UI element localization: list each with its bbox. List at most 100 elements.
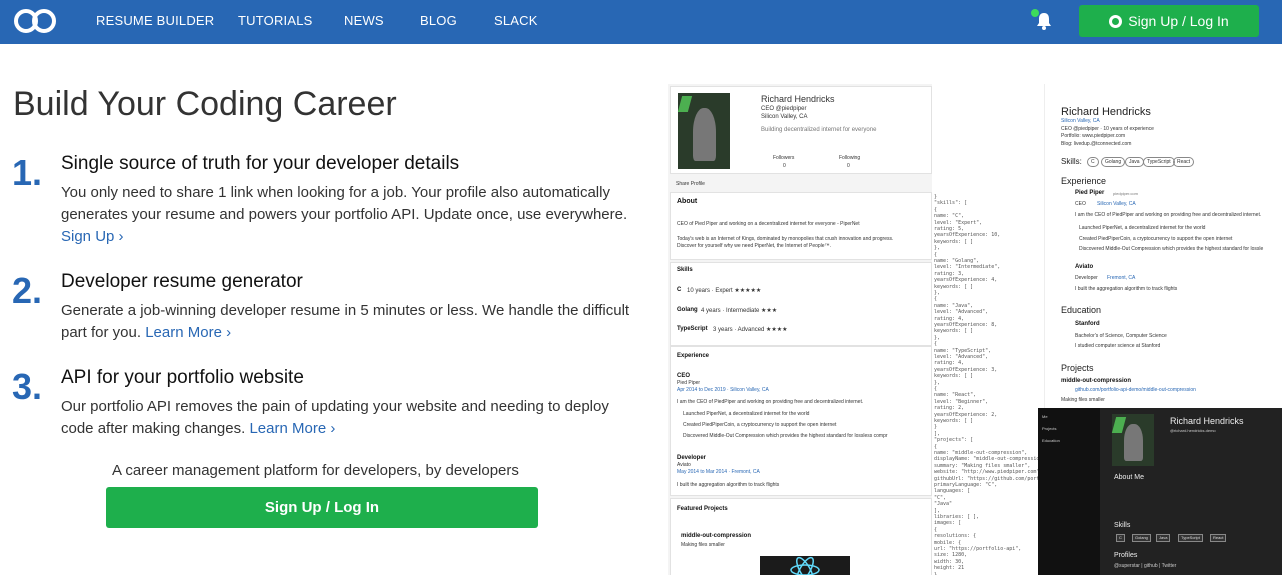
nav-slack[interactable]: SLACK bbox=[494, 13, 538, 28]
code-line: level: "Advanced", bbox=[934, 309, 989, 316]
code-line: rating: 4, bbox=[934, 360, 965, 367]
code-line: primaryLanguage: "C", bbox=[934, 482, 998, 488]
resume-project-desc: Making files smaller bbox=[1061, 397, 1105, 403]
resume-headline: CEO @piedpiper · 10 years of experience bbox=[1061, 126, 1154, 132]
resume-skill-chip: TypeScript bbox=[1143, 157, 1175, 167]
code-line: rating: 3, bbox=[934, 270, 965, 277]
gitconnected-logo-icon[interactable] bbox=[12, 7, 58, 35]
resume-dates-2: Fremont, CA bbox=[1107, 275, 1136, 281]
resume-exp-title: Experience bbox=[1061, 176, 1107, 186]
feature-3-title: API for your portfolio website bbox=[61, 367, 304, 388]
resume-role-2: Developer bbox=[1075, 275, 1098, 281]
feature-1-text: You only need to share 1 link when looki… bbox=[61, 184, 628, 223]
about-text-2: Today's web is an Internet of Kings, dom… bbox=[677, 236, 894, 242]
code-line: website: "http://www.piedpiper.com", bbox=[934, 469, 1043, 476]
code-line: ], bbox=[934, 430, 941, 437]
code-line: width: 30, bbox=[934, 558, 965, 565]
feature-1-link-label: Sign Up bbox=[61, 228, 115, 245]
code-line: yearsOfExperience: 3, bbox=[934, 366, 998, 373]
code-line: name: "React", bbox=[934, 392, 977, 399]
code-line: name: "Golang", bbox=[934, 258, 980, 264]
nav-news[interactable]: NEWS bbox=[344, 13, 384, 28]
code-line: "skills": [ bbox=[934, 200, 968, 207]
resume-skill-chip: Golang bbox=[1101, 157, 1126, 167]
code-line: name: "C", bbox=[934, 213, 965, 220]
tagline: A career management platform for develop… bbox=[112, 462, 519, 479]
code-line: { bbox=[934, 206, 938, 213]
experience-card: Experience CEO Pied Piper Apr 2014 to De… bbox=[670, 346, 932, 496]
project-name: middle-out-compression bbox=[681, 533, 752, 539]
code-line: { bbox=[934, 526, 938, 533]
about-text-1: CEO of Pied Piper and working on a decen… bbox=[677, 221, 860, 227]
code-line: "projects": [ bbox=[934, 437, 974, 444]
resume-bullet-2: Created PiedPiperCoin, a cryptocurrency … bbox=[1079, 236, 1233, 242]
code-line: { bbox=[934, 251, 938, 258]
exp-1-dates: Apr 2014 to Dec 2019 · Silicon Valley, C… bbox=[677, 387, 769, 393]
resume-skills-label: Skills: bbox=[1061, 157, 1082, 166]
nav-signup-button[interactable]: Sign Up / Log In bbox=[1079, 5, 1259, 37]
about-card: About CEO of Pied Piper and working on a… bbox=[670, 192, 932, 260]
feature-2-learn-more-link[interactable]: Learn More › bbox=[145, 324, 231, 341]
share-profile-button[interactable]: Share Profile bbox=[676, 181, 705, 187]
code-line: resolutions: { bbox=[934, 533, 977, 540]
dark-profiles: Profiles bbox=[1114, 552, 1138, 559]
exp-1-desc: I am the CEO of PiedPiper and working on… bbox=[677, 399, 864, 405]
exp-2-role: Developer bbox=[677, 455, 707, 461]
resume-edu-desc: I studied computer science at Stanford bbox=[1075, 343, 1161, 349]
code-line: level: "Expert", bbox=[934, 219, 983, 226]
feature-3-desc: Our portfolio API removes the pain of up… bbox=[61, 396, 641, 440]
chevron-right-icon: › bbox=[226, 324, 232, 341]
product-preview-collage: Richard Hendricks CEO @piedpiper Silicon… bbox=[668, 84, 1282, 575]
profile-preview: Richard Hendricks CEO @piedpiper Silicon… bbox=[668, 84, 934, 575]
code-line: yearsOfExperience: 2, bbox=[934, 411, 998, 418]
code-line: }, bbox=[934, 379, 941, 386]
resume-projects-title: Projects bbox=[1061, 363, 1094, 373]
feature-2-title: Developer resume generator bbox=[61, 271, 303, 292]
skill-2-name: Golang bbox=[677, 307, 698, 313]
nav-resume-builder[interactable]: RESUME BUILDER bbox=[96, 13, 214, 28]
skill-2-meta: 4 years · Intermediate ★★★ bbox=[701, 308, 778, 314]
feature-2-number: 2. bbox=[12, 270, 43, 311]
profile-name: Richard Hendricks bbox=[761, 94, 835, 104]
dark-profile-links: @superstar | github | Twitter bbox=[1114, 563, 1177, 569]
code-line: }, bbox=[934, 290, 941, 296]
about-text-3: Discover for yourself why we need PiperN… bbox=[677, 243, 831, 249]
code-line: "C", bbox=[934, 494, 947, 501]
code-line: { bbox=[934, 341, 938, 348]
resume-blog: Blog: livedup.@tconnected.com bbox=[1061, 141, 1132, 147]
resume-company-1: Pied Piper bbox=[1075, 190, 1105, 196]
resume-bullet-3: Discovered Middle-Out Compression which … bbox=[1079, 246, 1264, 252]
code-line: yearsOfExperience: 4, bbox=[934, 277, 998, 284]
code-line: height: 21 bbox=[934, 565, 965, 572]
resume-bullet-1: Launched PiperNet, a decentralized inter… bbox=[1079, 225, 1206, 231]
project-desc: Making files smaller bbox=[681, 542, 725, 548]
code-line: summary: "Making files smaller", bbox=[934, 462, 1031, 469]
main-signup-button[interactable]: Sign Up / Log In bbox=[106, 487, 538, 528]
skill-3-meta: 3 years · Advanced ★★★★ bbox=[713, 327, 788, 333]
chevron-right-icon: › bbox=[118, 228, 124, 245]
dark-skills: Skills bbox=[1114, 522, 1131, 529]
feature-1-number: 1. bbox=[12, 152, 43, 193]
feature-3-learn-more-link[interactable]: Learn More › bbox=[249, 420, 335, 437]
code-line: githubUrl: "https://github.com/portfolio… bbox=[934, 475, 1044, 482]
resume-skill-chip: React bbox=[1173, 157, 1195, 167]
resume-school: Stanford bbox=[1075, 321, 1100, 327]
resume-location: Silicon Valley, CA bbox=[1061, 118, 1100, 124]
code-line: keywords: [ ] bbox=[934, 373, 974, 380]
resume-degree: Bachelor's of Science, Computer Science bbox=[1075, 333, 1167, 339]
nav-tutorials[interactable]: TUTORIALS bbox=[238, 13, 313, 28]
code-line: name: "Java", bbox=[934, 302, 974, 309]
feature-3-number: 3. bbox=[12, 366, 43, 407]
profile-tagline: Building decentralized internet for ever… bbox=[761, 127, 877, 133]
dark-side-item: Me bbox=[1042, 414, 1048, 419]
nav-blog[interactable]: BLOG bbox=[420, 13, 457, 28]
resume-portfolio: Portfolio: www.piedpiper.com bbox=[1061, 133, 1126, 139]
resume-preview: Richard Hendricks Silicon Valley, CA CEO… bbox=[1044, 84, 1282, 414]
feature-1-signup-link[interactable]: Sign Up › bbox=[61, 228, 124, 245]
dark-avatar bbox=[1112, 414, 1154, 466]
github-icon bbox=[1109, 14, 1123, 28]
code-line: } bbox=[934, 424, 938, 431]
resume-desc-1: I am the CEO of PiedPiper and working on… bbox=[1075, 212, 1262, 218]
resume-skill-chip: C bbox=[1087, 157, 1099, 167]
code-line: yearsOfExperience: 8, bbox=[934, 322, 998, 328]
